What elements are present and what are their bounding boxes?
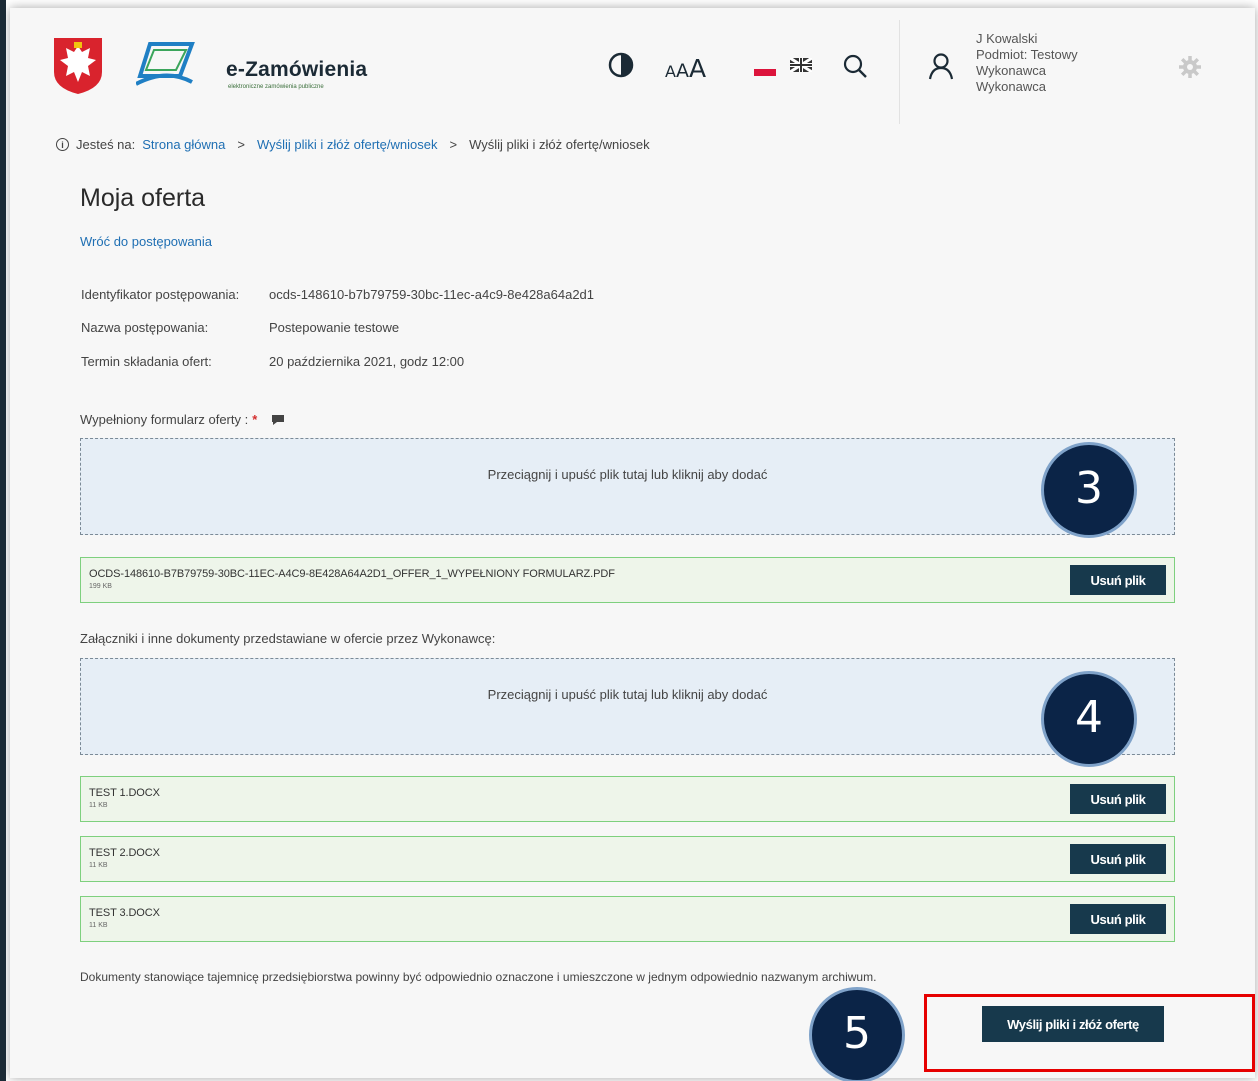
user-role-secondary: Wykonawca [976,79,1046,94]
remove-file-button[interactable]: Usuń plik [1070,904,1166,934]
header: e-Zamówienia elektroniczne zamówienia pu… [10,8,1255,128]
info-icon: i [56,138,69,151]
page-title: Moja oferta [80,184,206,212]
meta-value: ocds-148610-b7b79759-30bc-11ec-a4c9-8e42… [269,287,595,302]
file-size: 11 KB [89,922,108,929]
breadcrumb-separator: > [237,137,245,152]
file-row: TEST 2.DOCX 11 KB Usuń plik [80,836,1175,882]
remove-file-button[interactable]: Usuń plik [1070,784,1166,814]
search-icon[interactable] [842,53,868,79]
left-edge-bar [0,0,6,1081]
flag-uk-icon[interactable] [790,58,812,72]
dropzone-text: Przeciągnij i upuść plik tutaj lub klikn… [487,687,768,702]
meta-label: Termin składania ofert: [81,354,212,369]
user-name: J Kowalski [976,31,1038,46]
user-info[interactable]: J Kowalski Podmiot: Testowy Wykonawca Wy… [976,31,1078,95]
file-row: TEST 1.DOCX 11 KB Usuń plik [80,776,1175,822]
meta-label: Identyfikator postępowania: [81,287,240,302]
file-name: TEST 3.DOCX [89,907,160,919]
file-size: 11 KB [89,802,108,809]
breadcrumb-current: Wyślij pliki i złóż ofertę/wniosek [469,137,650,152]
attachments-label-text: Załączniki i inne dokumenty przedstawian… [80,631,496,646]
flag-pl-icon[interactable] [754,62,776,76]
meta-value: 20 października 2021, godz 12:00 [269,354,465,369]
breadcrumb-separator: > [449,137,458,152]
step-badge-3: 3 [1041,442,1137,538]
user-icon[interactable] [928,52,954,80]
font-size-large[interactable]: A [689,54,706,83]
contrast-icon[interactable] [608,52,634,78]
attachments-label: Załączniki i inne dokumenty przedstawian… [80,631,495,646]
attachments-dropzone[interactable]: Przeciągnij i upuść plik tutaj lub klikn… [80,658,1175,755]
breadcrumb-prefix: Jesteś na: [76,137,136,152]
user-role: Wykonawca [976,63,1046,78]
font-size-medium[interactable]: A [676,60,689,82]
remove-file-button[interactable]: Usuń plik [1070,565,1166,595]
step-badge-5: 5 [809,987,905,1081]
polish-emblem-icon [54,38,102,94]
gear-icon[interactable] [1178,55,1202,79]
confidentiality-note: Dokumenty stanowiące tajemnicę przedsięb… [80,970,877,984]
file-size: 11 KB [89,862,108,869]
brand-subtitle: elektroniczne zamówienia publiczne [228,84,324,90]
font-size-small[interactable]: A [665,62,676,81]
offer-form-label-text: Wypełniony formularz oferty : [80,412,249,427]
user-entity: Podmiot: Testowy [976,47,1078,62]
e-zamowienia-logo-icon [136,42,195,86]
submit-offer-button[interactable]: Wyślij pliki i złóż ofertę [982,1006,1164,1042]
page-frame: e-Zamówienia elektroniczne zamówienia pu… [10,8,1255,1078]
file-name: TEST 1.DOCX [89,787,160,799]
dropzone-text: Przeciągnij i upuść plik tutaj lub klikn… [487,467,768,482]
offer-form-label: Wypełniony formularz oferty : * [80,412,285,427]
file-name: TEST 2.DOCX [89,847,160,859]
file-name: OCDS-148610-B7B79759-30BC-11EC-A4C9-8E42… [89,568,615,580]
remove-file-button[interactable]: Usuń plik [1070,844,1166,874]
meta-label: Nazwa postępowania: [81,320,209,335]
offer-form-dropzone[interactable]: Przeciągnij i upuść plik tutaj lub klikn… [80,438,1175,535]
comment-icon[interactable] [271,414,285,426]
breadcrumb-home-link[interactable]: Strona główna [142,137,225,152]
required-mark: * [252,412,258,427]
breadcrumb-parent-link[interactable]: Wyślij pliki i złóż ofertę/wniosek [257,137,438,152]
file-row: TEST 3.DOCX 11 KB Usuń plik [80,896,1175,942]
step-badge-4: 4 [1041,671,1137,767]
back-to-procedure-link[interactable]: Wróć do postępowania [80,234,212,249]
brand-name: e-Zamówienia [226,58,368,81]
meta-value: Postepowanie testowe [269,320,400,335]
file-row: OCDS-148610-B7B79759-30BC-11EC-A4C9-8E42… [80,557,1175,603]
file-size: 199 KB [89,583,112,590]
header-divider [899,20,900,124]
font-size-switcher[interactable]: AAA [665,54,706,83]
breadcrumb: i Jesteś na: Strona główna > Wyślij plik… [56,137,650,152]
